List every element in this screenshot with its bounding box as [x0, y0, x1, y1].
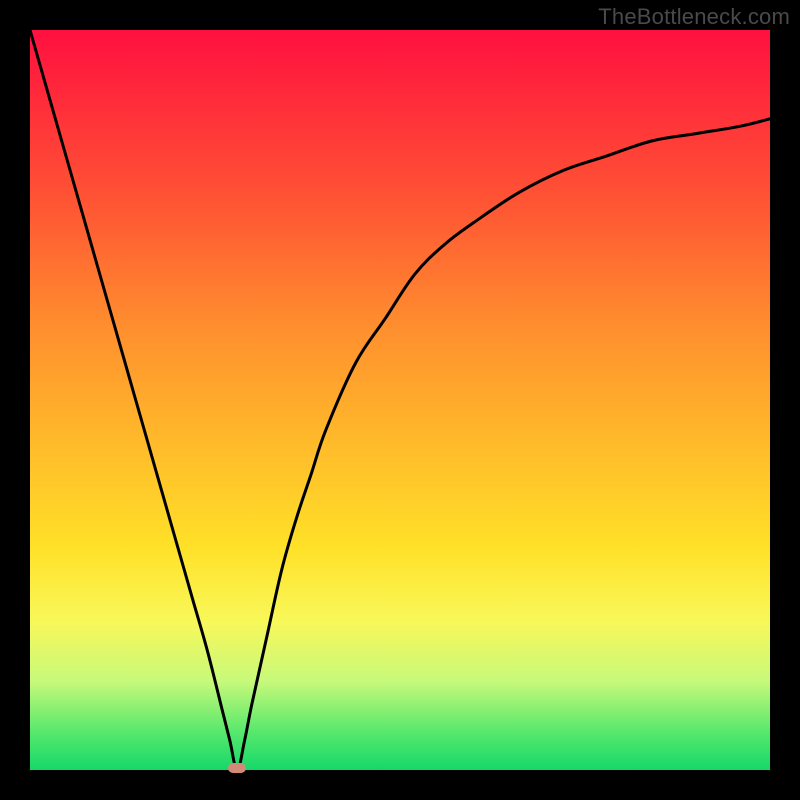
minimum-marker: [228, 763, 246, 773]
chart-frame: TheBottleneck.com: [0, 0, 800, 800]
bottleneck-curve: [30, 30, 770, 770]
watermark-text: TheBottleneck.com: [598, 4, 790, 30]
curve-svg: [30, 30, 770, 770]
plot-area: [30, 30, 770, 770]
